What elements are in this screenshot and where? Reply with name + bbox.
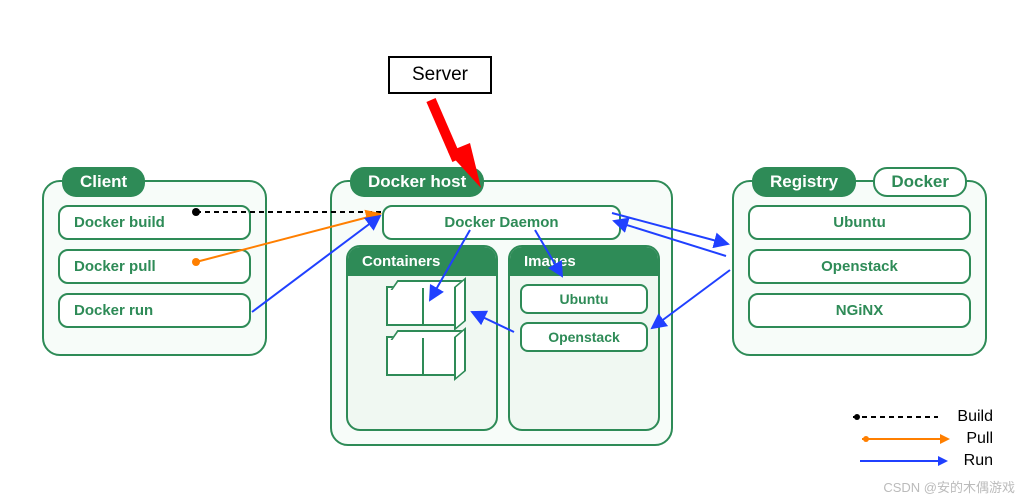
containers-panel: Containers — [346, 245, 498, 431]
legend-pull: Pull — [853, 430, 993, 448]
containers-title: Containers — [348, 247, 496, 276]
client-title: Client — [62, 167, 145, 197]
server-annotation-text: Server — [412, 64, 468, 85]
cmd-docker-pull: Docker pull — [58, 249, 251, 284]
image-openstack: Openstack — [520, 322, 648, 352]
legend-build: Build — [853, 408, 993, 426]
legend-run: Run — [853, 452, 993, 470]
cmd-docker-run: Docker run — [58, 293, 251, 328]
client-panel: Client Docker build Docker pull Docker r… — [42, 180, 267, 356]
legend: Build Pull Run — [853, 404, 993, 474]
images-panel: Images Ubuntu Openstack — [508, 245, 660, 431]
server-annotation: Server — [388, 56, 492, 94]
legend-run-text: Run — [964, 452, 993, 470]
registry-openstack: Openstack — [748, 249, 971, 284]
registry-title: Registry — [752, 167, 856, 197]
legend-build-text: Build — [957, 408, 993, 426]
registry-badge: Docker — [873, 167, 967, 197]
legend-pull-text: Pull — [966, 430, 993, 448]
images-title: Images — [510, 247, 658, 276]
container-icon — [386, 336, 458, 376]
registry-ubuntu: Ubuntu — [748, 205, 971, 240]
watermark: CSDN @安的木偶游戏 — [883, 477, 1015, 496]
container-icon — [386, 286, 458, 326]
docker-daemon-box: Docker Daemon — [382, 205, 621, 240]
image-ubuntu: Ubuntu — [520, 284, 648, 314]
cmd-docker-build: Docker build — [58, 205, 251, 240]
host-panel: Docker host Docker Daemon Containers Ima… — [330, 180, 673, 446]
registry-nginx: NGiNX — [748, 293, 971, 328]
registry-panel: Registry Docker Ubuntu Openstack NGiNX — [732, 180, 987, 356]
host-title: Docker host — [350, 167, 484, 197]
